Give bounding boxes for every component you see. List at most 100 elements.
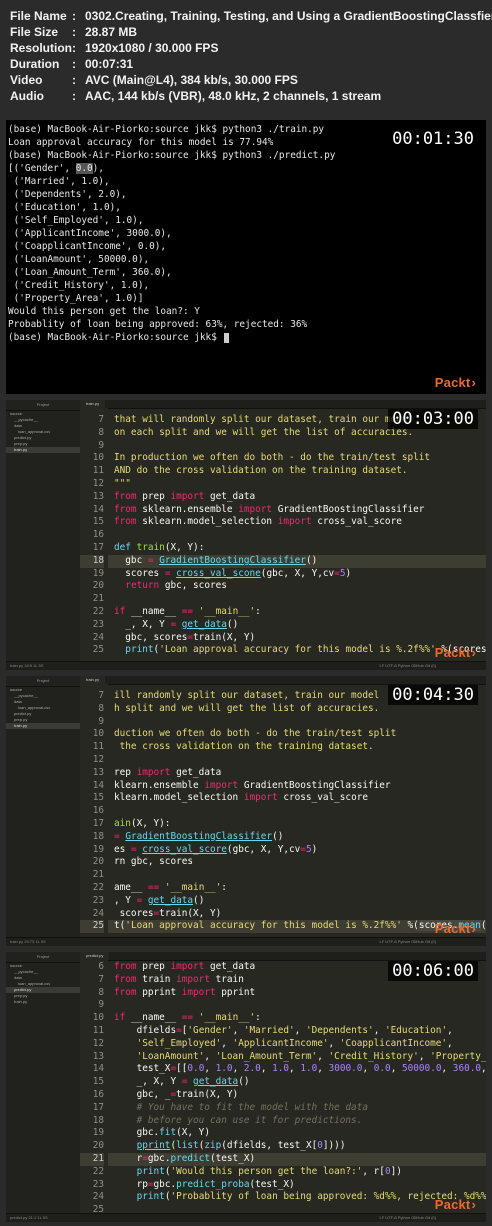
line-number: 23 xyxy=(92,618,104,630)
code-line: klearn.model_selection import cross_val_… xyxy=(114,792,369,804)
code-line: the cross validation on the training dat… xyxy=(114,741,374,753)
code-line: from pprint import pprint xyxy=(114,986,256,998)
code-line: ill randomly split our dataset, train ou… xyxy=(114,690,380,701)
line-gutter: 6 7 8 9 10 11 12 13 14 15 16 17 18 19 20… xyxy=(80,960,108,1215)
line-gutter: 7 8 9 10 11 12 13 14 15 16 17 18 19 20 2… xyxy=(80,408,108,662)
line-number: 22 xyxy=(92,1165,104,1177)
terminal-window[interactable]: (base) MacBook-Air-Piorko:source jkk$ py… xyxy=(6,120,486,394)
file-size-key: File Size xyxy=(10,25,59,39)
line-number: 9 xyxy=(98,999,104,1011)
status-bar: predict.py 21:1 1L 5S LF UTF-8 Python Gi… xyxy=(6,1213,486,1222)
code-area[interactable]: that will randomly split our dataset, tr… xyxy=(108,408,486,662)
code-line: _, X, Y = get_data() xyxy=(114,618,239,630)
line-number: 13 xyxy=(92,766,104,778)
line-number: 15 xyxy=(92,792,104,804)
code-line: # You have to fit the model with the dat… xyxy=(114,1101,368,1113)
code-line: rp=gbc.predict_proba(test_X) xyxy=(114,1178,295,1190)
packt-logo: Packt xyxy=(435,375,476,390)
code-line: from sklearn.ensemble import GradientBoo… xyxy=(114,503,425,515)
gender-line-prefix: [('Gender', xyxy=(8,163,76,174)
line-number: 24 xyxy=(92,907,104,919)
packt-logo: Packt xyxy=(435,645,476,660)
line-number-current: 25 xyxy=(80,920,104,934)
line-number: 25 xyxy=(92,644,104,656)
terminal-line: ('Loan_Amount_Term', 360.0), xyxy=(8,267,172,278)
thumbnail-frame-editor-train-scrolled[interactable]: Project source __pycache__ data loan_app… xyxy=(6,676,486,946)
code-line: from prep import get_data xyxy=(114,961,256,972)
terminal-line: (base) MacBook-Air-Piorko:source jkk$ py… xyxy=(8,150,336,161)
line-number: 9 xyxy=(98,439,104,451)
terminal-line: ('Self_Employed', 1.0), xyxy=(8,215,144,226)
line-number: 8 xyxy=(98,426,104,438)
terminal-line: ('CoapplicantIncome', 0.0), xyxy=(8,241,167,252)
tree-item-train[interactable]: train.py xyxy=(6,999,80,1005)
code-editor[interactable]: Project source __pycache__ data loan_app… xyxy=(6,400,486,670)
line-number: 12 xyxy=(92,478,104,489)
code-editor[interactable]: Project source __pycache__ data loan_app… xyxy=(6,676,486,946)
tab-train[interactable]: train.py xyxy=(80,400,106,408)
thumbnail-frame-editor-predict[interactable]: Project source __pycache__ data loan_app… xyxy=(6,952,486,1222)
line-number: 20 xyxy=(92,580,104,592)
tree-item-train[interactable]: train.py xyxy=(6,723,80,729)
tree-item-train[interactable]: train.py xyxy=(6,447,80,453)
code-line: h split and we will get the list of accu… xyxy=(114,702,380,714)
code-line: scores = cross_val_scone(gbc, X, Y,cv=5) xyxy=(114,567,352,579)
line-number: 16 xyxy=(92,805,104,817)
terminal-line: ('Married', 1.0), xyxy=(8,176,110,187)
audio-value: AAC, 144 kb/s (VBR), 48.0 kHz, 2 channel… xyxy=(85,89,382,103)
line-number: 21 xyxy=(92,593,104,605)
thumbnail-frame-terminal[interactable]: (base) MacBook-Air-Piorko:source jkk$ py… xyxy=(6,120,486,394)
line-number: 23 xyxy=(92,894,104,906)
code-area[interactable]: from prep import get_data from train imp… xyxy=(108,960,486,1214)
code-line: ain(X, Y): xyxy=(114,818,171,829)
line-number: 17 xyxy=(92,1101,104,1113)
code-line: pprint(list(zip(dfields, test_X[0]))) xyxy=(136,1140,346,1152)
sidebar-title: Project xyxy=(6,952,80,963)
code-line: # before you can use it for predictions. xyxy=(114,1114,363,1126)
project-sidebar: Project source __pycache__ data loan_app… xyxy=(6,952,81,1222)
code-line: ame__ == '__main__': xyxy=(114,882,227,893)
code-line: dfields=['Gender', 'Married', 'Dependent… xyxy=(114,1025,453,1036)
line-number: 8 xyxy=(98,986,104,998)
line-number: 7 xyxy=(98,973,104,985)
line-number: 12 xyxy=(92,754,104,765)
tab-train[interactable]: train.py xyxy=(80,676,106,684)
code-area[interactable]: ill randomly split our dataset, train ou… xyxy=(108,684,486,938)
terminal-line: Probablity of loan being approved: 63%, … xyxy=(8,319,308,330)
code-line: from prep import get_data xyxy=(114,490,256,502)
cursor xyxy=(224,332,230,343)
terminal-line: ('Property_Area', 1.0)] xyxy=(8,293,144,304)
terminal-line: [('Gender', 0.0), xyxy=(8,162,486,175)
code-line: on each split and we will get the list o… xyxy=(114,426,414,438)
line-number: 19 xyxy=(92,1127,104,1139)
terminal-line: ('Dependents', 2.0), xyxy=(8,189,127,200)
thumbnail-frame-editor-train[interactable]: Project source __pycache__ data loan_app… xyxy=(6,400,486,670)
line-number: 17 xyxy=(92,542,104,553)
video-value: AVC (Main@L4), 384 kb/s, 30.000 FPS xyxy=(85,73,298,87)
line-number: 9 xyxy=(98,715,104,727)
line-number: 16 xyxy=(92,1089,104,1100)
code-line: rn gbc, scores xyxy=(114,856,194,868)
line-number: 23 xyxy=(92,1178,104,1190)
line-number: 18 xyxy=(92,830,104,842)
code-line: from sklearn.model_selection import cros… xyxy=(114,516,402,528)
line-number: 20 xyxy=(92,1140,104,1152)
code-line: In production we often do both - do the … xyxy=(114,452,431,464)
code-line: if __name__ == '__main__': xyxy=(114,1012,261,1024)
tab-predict[interactable]: predict.py xyxy=(80,952,110,960)
audio-key: Audio xyxy=(10,89,44,103)
code-editor[interactable]: Project source __pycache__ data loan_app… xyxy=(6,952,486,1222)
code-line-current: t('Loan approval accuracy for this model… xyxy=(108,920,486,934)
line-number-current: 18 xyxy=(80,554,104,568)
duration-value: 00:07:31 xyxy=(85,57,134,71)
code-line: _, X, Y = get_data() xyxy=(114,1076,250,1088)
line-number: 19 xyxy=(92,567,104,579)
code-line: 'Self_Employed', 'ApplicantIncome', 'Coa… xyxy=(136,1037,453,1049)
code-line: print('Loan approval accuracy for this m… xyxy=(125,644,486,656)
line-number: 10 xyxy=(92,1012,104,1024)
line-number: 10 xyxy=(92,728,104,740)
gender-line-suffix: ), xyxy=(92,163,104,174)
status-right: LF UTF-8 Python GitHub Git (0) xyxy=(379,1215,436,1220)
line-number: 13 xyxy=(92,1050,104,1062)
line-number: 19 xyxy=(92,843,104,855)
